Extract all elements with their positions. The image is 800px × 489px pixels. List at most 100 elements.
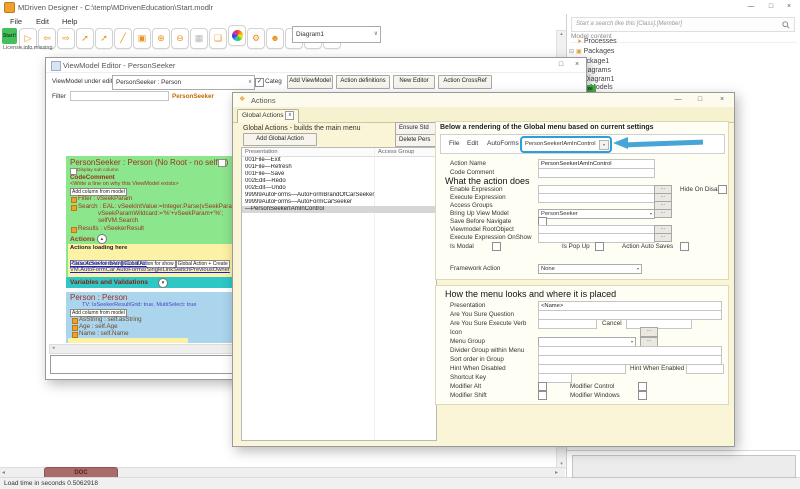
is-modal-checkbox[interactable] bbox=[492, 242, 501, 251]
code-comment-input[interactable] bbox=[538, 168, 655, 178]
close-icon[interactable]: × bbox=[715, 96, 729, 103]
variables-validations-bar[interactable]: Variables and Validations ▼ bbox=[66, 277, 253, 288]
bring-up-dots-button[interactable]: ... bbox=[654, 209, 672, 218]
zoom-out-icon[interactable]: ⊖ bbox=[171, 28, 189, 49]
delete-pers-button[interactable]: Delete Pers bbox=[395, 134, 440, 147]
new-editor-button[interactable]: New Editor bbox=[393, 75, 435, 89]
maximize-icon[interactable]: □ bbox=[554, 61, 568, 68]
diagram-combo[interactable]: Diagram1 ∨ bbox=[292, 26, 381, 43]
modifier-shift-checkbox[interactable] bbox=[538, 391, 547, 400]
column-age[interactable]: Age : self.Age bbox=[79, 323, 118, 330]
column-access-group[interactable]: Access Group bbox=[378, 149, 414, 155]
hint-enabled-input[interactable] bbox=[686, 364, 724, 374]
list-item[interactable]: 99999AutoForms—AutoFormCarSeeker bbox=[242, 199, 437, 206]
breadcrumb[interactable]: PersonSeeker bbox=[172, 93, 214, 100]
search-node-line2: vSeekParamWildcard:='%'+vSeekParam+'%'; bbox=[98, 210, 223, 217]
collapse-icon[interactable]: ▴ bbox=[97, 234, 107, 244]
arrow-right-icon[interactable]: ⇨ bbox=[57, 28, 75, 49]
zoom-in-icon[interactable]: ⊕ bbox=[152, 28, 170, 49]
action-crossref-button[interactable]: Action CrossRef bbox=[438, 75, 492, 89]
bring-up-view-model-combo[interactable]: PersonSeeker ▾ bbox=[538, 209, 655, 219]
hide-on-disable-checkbox[interactable] bbox=[718, 185, 727, 194]
expander-icon[interactable]: ⊟ bbox=[569, 49, 574, 55]
scroll-left-icon[interactable]: ◂ bbox=[52, 345, 55, 351]
list-item[interactable]: 99999AutoForms—AutoFormBrandOfCarSeeker bbox=[242, 192, 437, 199]
highlighted-menu-item[interactable]: PersonSeekerIAmInControl ▾ bbox=[520, 136, 612, 153]
action-link-autoformcar[interactable]: VM.AutoFormCar AutoForms/SingleLinkSwitc… bbox=[70, 267, 230, 273]
execute-onshow-dots-button[interactable]: ... bbox=[654, 233, 672, 242]
filter-node[interactable]: Filter : vSeekParam bbox=[78, 195, 132, 202]
close-icon[interactable]: × bbox=[782, 3, 796, 10]
modifier-alt-checkbox[interactable] bbox=[538, 382, 547, 391]
add-viewmodel-button[interactable]: Add ViewModel bbox=[287, 75, 333, 89]
icon-label: Icon bbox=[450, 329, 462, 336]
tree-item-packages[interactable]: ⊟ ▣ Packages bbox=[569, 48, 614, 55]
list-item[interactable]: 001File—Refresh bbox=[242, 164, 437, 171]
search-input[interactable]: Start a search like this [Class].[Member… bbox=[571, 17, 795, 32]
execute-expression-input[interactable] bbox=[538, 193, 655, 203]
list-item[interactable]: 001File—Exit bbox=[242, 157, 437, 164]
maximize-icon[interactable]: □ bbox=[764, 3, 778, 10]
search-node-line1[interactable]: Search : EAL: vSeekIntValue:=Integer.Par… bbox=[78, 203, 241, 210]
what-action-does-header: What the action does bbox=[445, 176, 530, 186]
person-grid-box[interactable]: Person : Person TV: IsSeekerResultGrid: … bbox=[66, 292, 243, 343]
global-actions-list[interactable]: Presentation Access Group 001File—Exit 0… bbox=[241, 147, 437, 441]
copy-diagram-icon[interactable]: ❏ bbox=[209, 28, 227, 49]
framework-action-combo[interactable]: None ▾ bbox=[538, 264, 642, 274]
add-global-action-button[interactable]: Add Global Action bbox=[243, 133, 317, 146]
results-node[interactable]: Results : vSeekerResult bbox=[78, 225, 144, 232]
status-bar: Load time in seconds 0.5062918 bbox=[0, 477, 800, 489]
code-comment-label: Code Comment bbox=[450, 169, 494, 176]
maximize-icon[interactable]: □ bbox=[693, 96, 707, 103]
list-item[interactable]: 002Edit—Redo bbox=[242, 178, 437, 185]
viewmodel-root-box[interactable]: PersonSeeker : Person (No Root - no self… bbox=[66, 156, 253, 288]
minimize-icon[interactable]: — bbox=[744, 3, 758, 10]
color-wheel-icon[interactable] bbox=[228, 25, 246, 46]
cancel-verb-input[interactable] bbox=[626, 319, 692, 329]
action-auto-saves-checkbox[interactable] bbox=[680, 242, 689, 251]
gears-icon[interactable]: ⚙ bbox=[247, 28, 265, 49]
column-presentation[interactable]: Presentation bbox=[245, 149, 278, 155]
action-link-personseeker[interactable]: PersonSeekerIAmInControl bbox=[70, 260, 147, 267]
scroll-right-icon[interactable]: ▸ bbox=[555, 469, 558, 476]
filter-input[interactable] bbox=[70, 91, 169, 101]
list-item[interactable]: 001File—Save bbox=[242, 171, 437, 178]
close-icon[interactable]: × bbox=[570, 61, 584, 68]
start-button[interactable]: Start! bbox=[2, 28, 17, 44]
license-warning: License info missing bbox=[3, 45, 53, 51]
is-popup-checkbox[interactable] bbox=[595, 242, 604, 251]
icon-dots-button[interactable]: ... bbox=[640, 327, 658, 337]
preview-menu-edit[interactable]: Edit bbox=[467, 140, 478, 147]
minimize-icon[interactable]: — bbox=[671, 96, 685, 103]
modifier-windows-checkbox[interactable] bbox=[638, 391, 647, 400]
scroll-left-icon[interactable]: ◂ bbox=[2, 469, 5, 476]
tree-item-diagram1[interactable]: Diagram1 bbox=[584, 76, 614, 83]
are-you-sure-verb-input[interactable] bbox=[538, 319, 597, 329]
list-item-selected[interactable]: —PersonSeekerIAmInControl bbox=[242, 206, 437, 213]
pointer-arrow-icon[interactable]: ➚ bbox=[76, 28, 94, 49]
column-asstring[interactable]: AsString : self.asString bbox=[79, 316, 142, 323]
connector-line-icon[interactable]: ╱ bbox=[114, 28, 132, 49]
tab-global-actions[interactable]: Global Actions x bbox=[237, 109, 299, 123]
expand-icon[interactable]: ▼ bbox=[158, 278, 168, 288]
categ-checkbox[interactable]: ✓ bbox=[255, 78, 264, 87]
global-actions-header: Global Actions - builds the main menu bbox=[243, 125, 361, 132]
pointer-arrow-new-icon[interactable]: ➚ bbox=[95, 28, 113, 49]
user-icon[interactable]: ☻ bbox=[266, 28, 284, 49]
preview-menu-autoforms[interactable]: AutoForms bbox=[487, 140, 519, 147]
tree-item-processes[interactable]: ➤ Processes bbox=[577, 38, 617, 45]
preview-menu-file[interactable]: File bbox=[449, 140, 459, 147]
menu-placement-pane: How the menu looks and where it is place… bbox=[435, 285, 729, 405]
monitor-icon[interactable]: ▣ bbox=[133, 28, 151, 49]
grid-icon[interactable]: ▦ bbox=[190, 28, 208, 49]
menu-dropdown-icon[interactable]: ▾ bbox=[599, 140, 609, 150]
modifier-control-checkbox[interactable] bbox=[638, 382, 647, 391]
tab-close-icon[interactable]: x bbox=[285, 111, 294, 120]
no-self-checkbox[interactable] bbox=[218, 159, 226, 167]
list-item[interactable]: 002Edit—Undo bbox=[242, 185, 437, 192]
column-name[interactable]: Name : self.Name bbox=[79, 330, 129, 337]
modifier-windows-label: Modifier Windows bbox=[570, 392, 620, 399]
viewmodel-combo[interactable]: PersonSeeker : Person ∨ bbox=[112, 75, 255, 90]
action-definitions-button[interactable]: Action definitions bbox=[336, 75, 390, 89]
scroll-up-icon[interactable]: ▴ bbox=[557, 31, 566, 37]
